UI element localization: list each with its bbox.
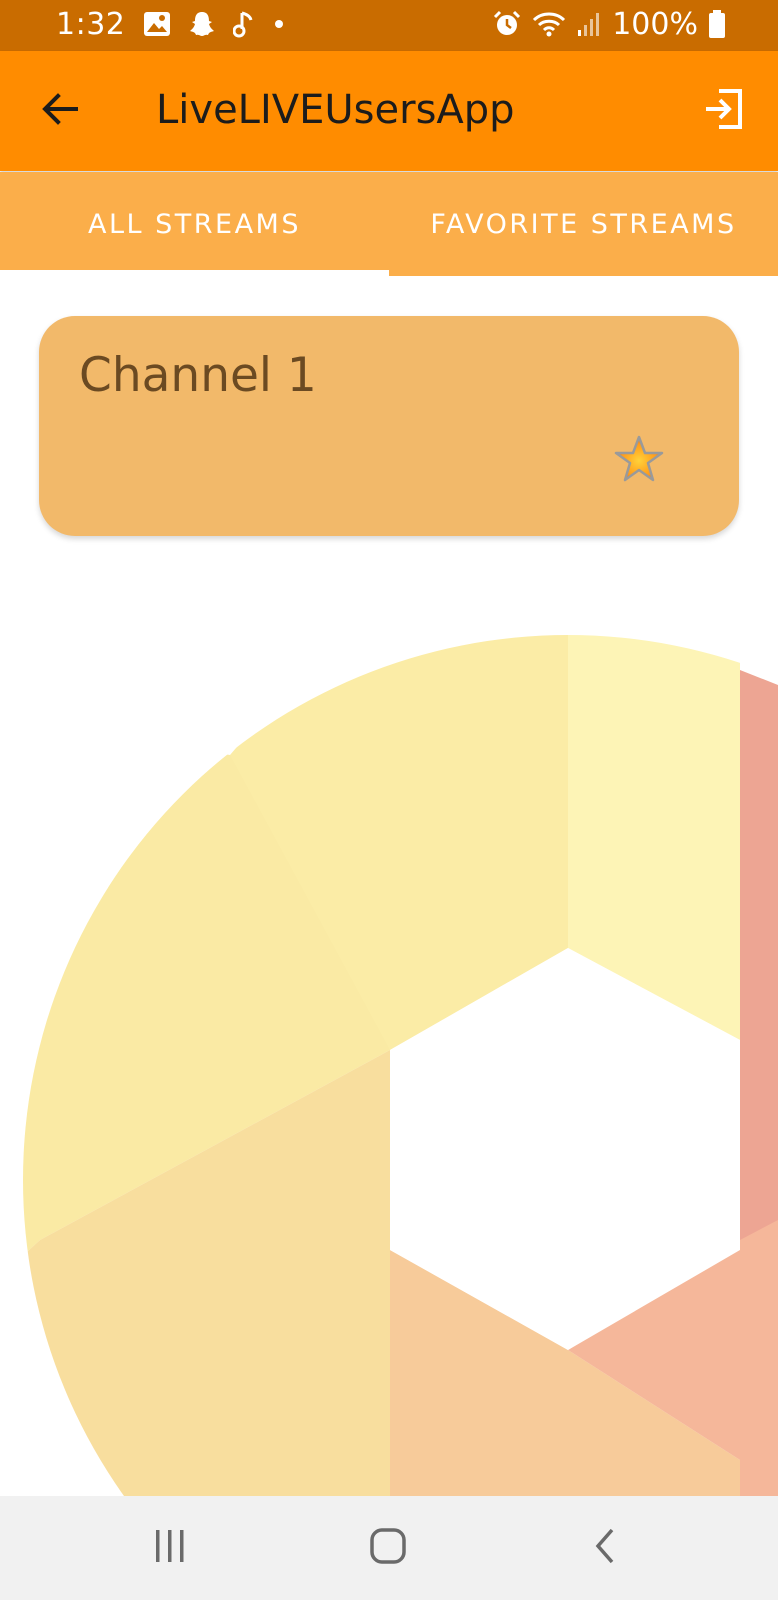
status-time: 1:32 xyxy=(56,6,126,42)
home-icon xyxy=(368,1526,408,1570)
snapchat-icon xyxy=(189,6,215,42)
image-icon xyxy=(143,6,171,42)
notification-dot-icon xyxy=(273,6,285,42)
wifi-icon xyxy=(532,6,566,42)
recent-apps-icon xyxy=(152,1528,188,1568)
logout-button[interactable] xyxy=(696,83,752,139)
star-icon xyxy=(613,435,665,490)
arrow-left-icon xyxy=(40,89,80,133)
aperture-logo xyxy=(0,560,778,1600)
recent-apps-button[interactable] xyxy=(140,1518,200,1578)
signal-icon xyxy=(576,6,602,42)
tab-favorite-streams[interactable]: FAVORITE STREAMS xyxy=(389,172,778,276)
app-bar: LiveLIVEUsersApp xyxy=(0,51,778,171)
status-right: 100% xyxy=(492,6,726,42)
system-nav-bar xyxy=(0,1496,778,1600)
battery-icon xyxy=(708,6,726,42)
status-bar: 1:32 100% xyxy=(0,0,778,51)
system-back-button[interactable] xyxy=(576,1518,636,1578)
channel-card[interactable]: Channel 1 xyxy=(39,316,739,536)
channel-title: Channel 1 xyxy=(79,348,317,403)
tab-bar: ALL STREAMS FAVORITE STREAMS xyxy=(0,172,778,276)
alarm-icon xyxy=(492,6,522,42)
back-icon xyxy=(588,1528,624,1568)
tab-all-streams[interactable]: ALL STREAMS xyxy=(0,172,389,276)
selected-tab-indicator xyxy=(0,270,389,276)
back-button[interactable] xyxy=(32,83,88,139)
exit-icon xyxy=(702,87,746,135)
app-title: LiveLIVEUsersApp xyxy=(156,87,515,133)
home-button[interactable] xyxy=(358,1518,418,1578)
status-left: 1:32 xyxy=(56,6,285,42)
music-note-icon xyxy=(233,6,255,42)
favorite-star-button[interactable] xyxy=(613,434,665,486)
battery-level: 100% xyxy=(612,6,698,42)
